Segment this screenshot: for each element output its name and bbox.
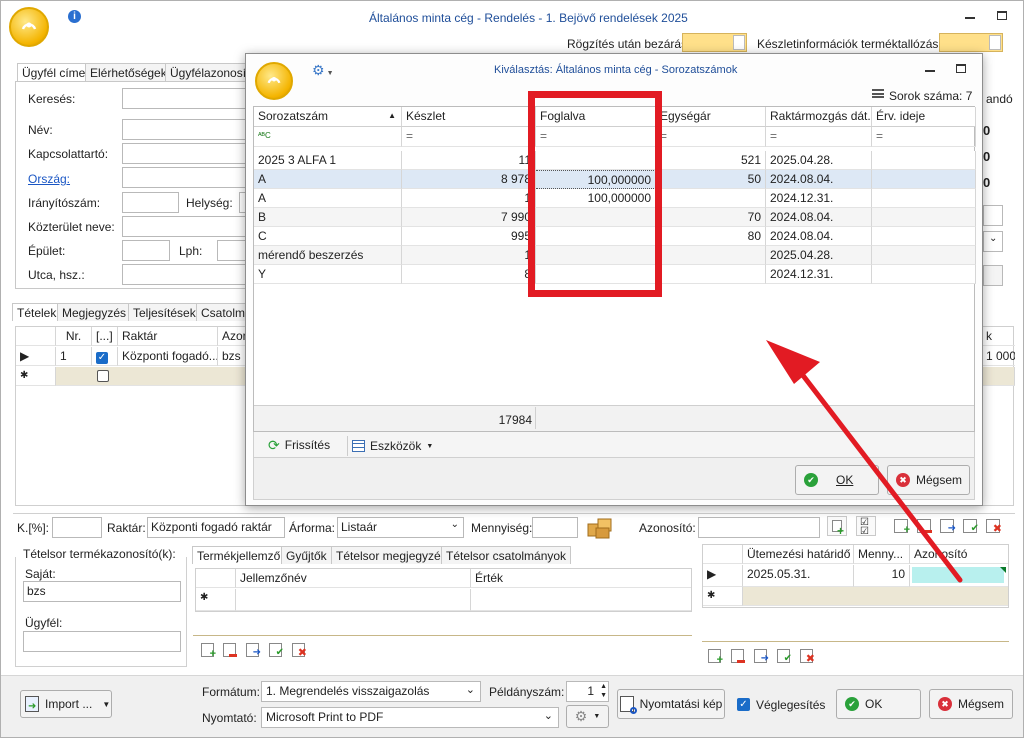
annotation-arrow <box>766 340 963 583</box>
